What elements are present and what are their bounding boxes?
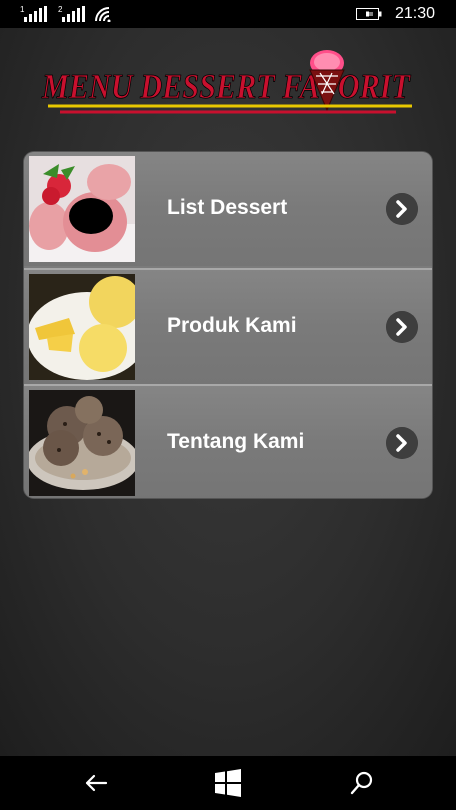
menu-item-tentang-kami[interactable]: Tentang Kami bbox=[24, 384, 432, 498]
signal-icon-sim1: 1 bbox=[20, 5, 48, 22]
battery-charging-icon bbox=[356, 8, 382, 20]
navigation-bar bbox=[0, 756, 456, 810]
menu-item-label: List Dessert bbox=[167, 196, 288, 219]
yellow-ice-cream-image bbox=[29, 274, 135, 380]
logo-text: MENU DESSERT FAVORIT bbox=[41, 67, 411, 106]
menu-item-list-dessert[interactable]: List Dessert bbox=[24, 152, 432, 266]
search-icon[interactable] bbox=[348, 769, 376, 797]
main-content: MENU DESSERT FAVORIT List Dessert Produk… bbox=[0, 28, 456, 756]
menu-item-produk-kami[interactable]: Produk Kami bbox=[24, 268, 432, 384]
chevron-right-icon bbox=[386, 427, 418, 459]
status-bar: 1 2 21:30 bbox=[0, 0, 456, 28]
menu-item-label: Produk Kami bbox=[167, 314, 297, 337]
windows-start-icon[interactable] bbox=[214, 769, 242, 797]
back-arrow-icon[interactable] bbox=[82, 769, 110, 797]
strawberry-ice-cream-image bbox=[29, 156, 135, 262]
menu-list: List Dessert Produk Kami Tentang Kami bbox=[24, 152, 432, 498]
clock: 21:30 bbox=[395, 5, 436, 22]
chocolate-ice-cream-image bbox=[29, 390, 135, 496]
menu-item-label: Tentang Kami bbox=[167, 430, 305, 453]
signal-icon-sim2: 2 bbox=[58, 5, 86, 22]
app-logo: MENU DESSERT FAVORIT bbox=[41, 50, 412, 114]
wifi-icon bbox=[95, 7, 111, 22]
chevron-right-icon bbox=[386, 193, 418, 225]
chevron-right-icon bbox=[386, 311, 418, 343]
